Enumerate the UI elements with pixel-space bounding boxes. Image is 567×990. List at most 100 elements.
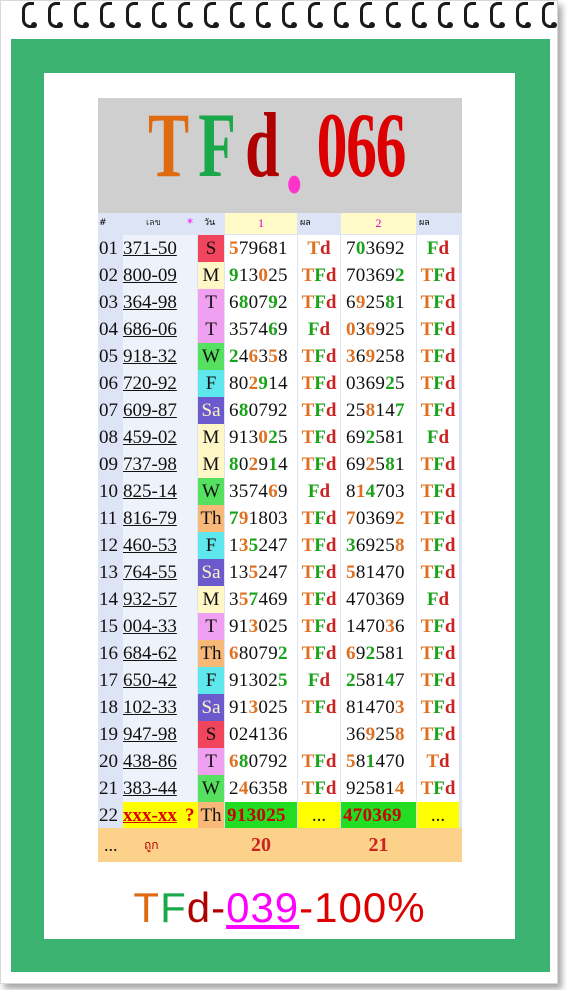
pair-number: 004-33 [123,613,197,640]
pair-number: 459-02 [123,424,197,451]
table-row: 07 609-87 Sa 680792 TFd 258147 TFd [98,397,462,424]
row-number: 16 [99,643,118,664]
banner-part: 066 [316,94,407,196]
set2-result: Td [417,748,459,775]
day-cell: M [198,424,224,451]
footer-dots: ... [104,835,118,855]
table-row: 15 004-33 T 913025 TFd 147036 TFd [98,613,462,640]
spiral-ring [230,2,245,28]
row-number: 06 [99,373,118,394]
spiral-ring [412,2,427,28]
question-mark: ? [185,802,198,829]
pending-set2: 470369 [341,802,416,829]
set2-number: 369258 [341,721,416,748]
pair-number: 609-87 [123,397,197,424]
set2-number: 703692 [341,505,416,532]
pair-number: 947-98 [123,721,197,748]
table-row: 20 438-86 T 680792 TFd 581470 Td [98,748,462,775]
slogan-part: d [186,884,212,931]
table-row: 21 383-44 W 246358 TFd 925814 TFd [98,775,462,802]
set2-number: 258147 [341,667,416,694]
set2-result: TFd [417,613,459,640]
pair-number: 102-33 [123,694,197,721]
set2-number: 703692 [341,235,416,262]
pair-number: 816-79 [123,505,197,532]
slogan-part: - [211,884,227,931]
pair-number: 737-98 [123,451,197,478]
set1-number: 802914 [225,451,297,478]
table-row: 14 932-57 M 357469 TFd 470369 Fd [98,586,462,613]
set1-result: TFd [298,640,340,667]
row-number: 09 [99,454,118,475]
set2-result: TFd [417,289,459,316]
row-number: 15 [99,616,118,637]
set2-number: 147036 [341,613,416,640]
table-row: 06 720-92 F 802914 TFd 036925 TFd [98,370,462,397]
set2-number: 470369 [341,586,416,613]
set1-result: TFd [298,262,340,289]
day-cell: T [198,613,224,640]
row-number: 17 [99,670,118,691]
set2-result: Fd [417,235,459,262]
spiral-ring [204,2,219,28]
spiral-ring [152,2,167,28]
pair-number: 371-50 [123,235,197,262]
row-number: 02 [99,265,118,286]
row-number: 01 [99,238,118,259]
footer-label: ถูก [144,838,159,852]
pair-number: 438-86 [123,748,197,775]
day-cell: M [198,262,224,289]
row-number: 14 [99,589,118,610]
spiral-ring [256,2,271,28]
set1-number: 357469 [225,316,297,343]
set2-result: TFd [417,505,459,532]
day-cell: M [198,586,224,613]
set2-number: 692581 [341,424,416,451]
set2-result: TFd [417,343,459,370]
table-row: 08 459-02 M 913025 TFd 692581 Fd [98,424,462,451]
set1-number: 680792 [225,397,297,424]
spiral-ring [334,2,349,28]
day-cell: T [198,289,224,316]
set1-number: 913025 [225,262,297,289]
set2-number: 925814 [341,775,416,802]
set2-number: 258147 [341,397,416,424]
set2-number: 036925 [341,370,416,397]
row-number: 12 [99,535,118,556]
set2-result: TFd [417,262,459,289]
set1-result: TFd [298,289,340,316]
row-number: 13 [99,562,118,583]
set1-result: TFd [298,343,340,370]
set2-result: TFd [417,370,459,397]
set1-result: TFd [298,505,340,532]
set2-result: TFd [417,721,459,748]
spiral-ring [360,2,375,28]
set2-result: TFd [417,667,459,694]
set1-result: TFd [298,370,340,397]
set1-result: TFd [298,559,340,586]
spiral-ring [282,2,297,28]
set1-result: TFd [298,613,340,640]
set2-number: 692581 [341,640,416,667]
correct-count-2: 21 [368,834,389,856]
day-cell: Th [198,640,224,667]
set1-number: 802914 [225,370,297,397]
set2-result: TFd [417,532,459,559]
spiral-ring [100,2,115,28]
set1-number: 680792 [225,748,297,775]
set1-result: Fd [298,667,340,694]
slogan: TFd-039-100% [44,884,515,932]
set2-result: Fd [417,424,459,451]
set2-result: TFd [417,559,459,586]
table-row: 11 816-79 Th 791803 TFd 703692 TFd [98,505,462,532]
table-row: 13 764-55 Sa 135247 TFd 581470 TFd [98,559,462,586]
spiral-ring [386,2,401,28]
table-row: 05 918-32 W 246358 TFd 369258 TFd [98,343,462,370]
set2-number: 814703 [341,694,416,721]
set2-number: 369258 [341,532,416,559]
pending-res2: ... [417,802,459,829]
day-cell: F [198,667,224,694]
set1-result: TFd [298,694,340,721]
table-row: 19 947-98 S 024136 369258 TFd [98,721,462,748]
pair-number: 932-57 [123,586,197,613]
